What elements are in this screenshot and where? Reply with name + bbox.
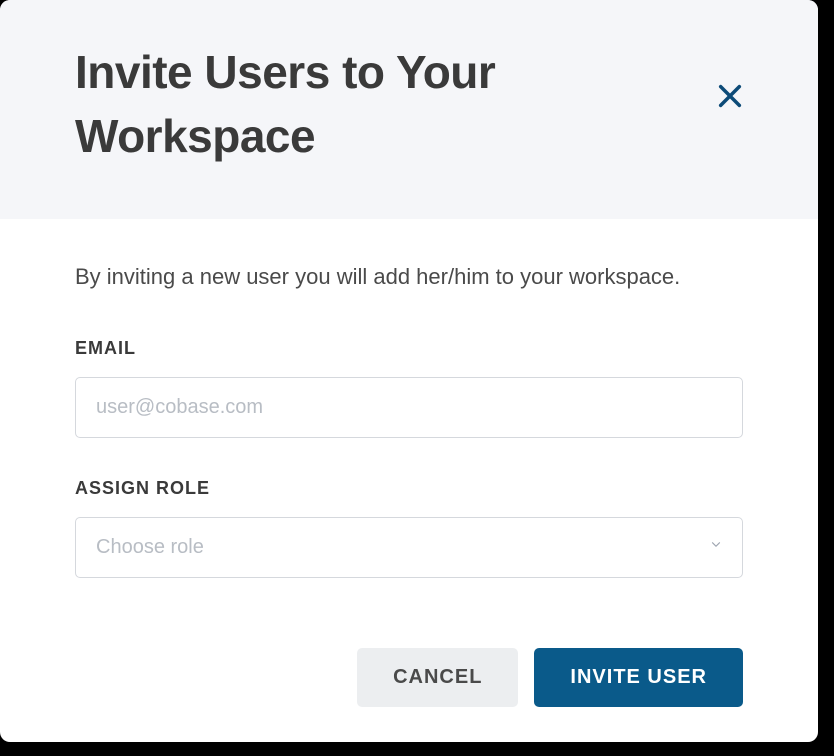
- invite-user-button[interactable]: INVITE USER: [534, 648, 743, 707]
- invite-users-modal: Invite Users to Your Workspace By inviti…: [0, 0, 818, 742]
- role-select-wrapper: Choose role: [75, 517, 743, 578]
- button-row: CANCEL INVITE USER: [75, 648, 743, 707]
- modal-body: By inviting a new user you will add her/…: [0, 219, 818, 742]
- email-form-group: EMAIL: [75, 338, 743, 438]
- role-select[interactable]: Choose role: [75, 517, 743, 578]
- close-icon: [716, 82, 744, 115]
- role-label: ASSIGN ROLE: [75, 478, 743, 499]
- email-label: EMAIL: [75, 338, 743, 359]
- modal-description: By inviting a new user you will add her/…: [75, 264, 743, 290]
- close-button[interactable]: [710, 78, 750, 118]
- cancel-button[interactable]: CANCEL: [357, 648, 518, 707]
- role-form-group: ASSIGN ROLE Choose role: [75, 478, 743, 578]
- email-field[interactable]: [75, 377, 743, 438]
- modal-title: Invite Users to Your Workspace: [75, 40, 743, 169]
- modal-header: Invite Users to Your Workspace: [0, 0, 818, 219]
